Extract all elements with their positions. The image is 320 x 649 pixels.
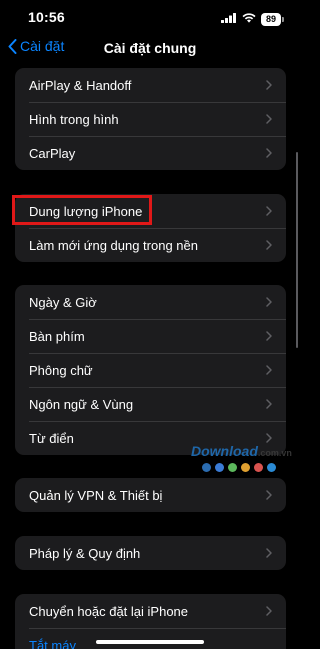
chevron-right-icon (266, 114, 272, 124)
settings-item-label: Ngày & Giờ (29, 294, 97, 310)
settings-item-label: Làm mới ứng dụng trong nền (29, 237, 198, 253)
settings-item-vpn-device-management[interactable]: Quản lý VPN & Thiết bị (15, 478, 286, 512)
navigation-bar: Cài đặt Cài đặt chung (0, 34, 300, 62)
scrollbar[interactable] (295, 152, 298, 348)
settings-item-label: Quản lý VPN & Thiết bị (29, 487, 163, 503)
settings-item-label: Hình trong hình (29, 111, 119, 127)
settings-group-locale: Ngày & Giờ Bàn phím Phông chữ Ngôn ngữ &… (15, 285, 286, 455)
settings-item-label: Bàn phím (29, 328, 85, 344)
shut-down-label: Tắt máy (29, 637, 76, 649)
settings-screen: 10:56 89 Cài đặt Cài đặt chung AirPlay &… (0, 0, 300, 649)
settings-item-picture-in-picture[interactable]: Hình trong hình (15, 102, 286, 136)
settings-group-legal: Pháp lý & Quy định (15, 536, 286, 570)
chevron-right-icon (266, 433, 272, 443)
chevron-right-icon (266, 490, 272, 500)
watermark-dot (267, 463, 276, 472)
battery-level: 89 (261, 12, 281, 26)
chevron-right-icon (266, 240, 272, 250)
settings-item-label: Từ điển (29, 430, 74, 446)
chevron-right-icon (266, 206, 272, 216)
settings-item-fonts[interactable]: Phông chữ (15, 353, 286, 387)
watermark-dot (254, 463, 263, 472)
watermark-logo: Download.com.vn (191, 443, 292, 459)
status-time: 10:56 (28, 9, 65, 25)
settings-item-label: Dung lượng iPhone (29, 203, 143, 219)
settings-group-connectivity: AirPlay & Handoff Hình trong hình CarPla… (15, 68, 286, 170)
settings-item-keyboard[interactable]: Bàn phím (15, 319, 286, 353)
chevron-right-icon (266, 365, 272, 375)
watermark-dot (228, 463, 237, 472)
settings-item-label: Chuyển hoặc đặt lại iPhone (29, 603, 189, 619)
chevron-right-icon (266, 297, 272, 307)
cellular-signal-icon (221, 10, 237, 28)
settings-group-vpn: Quản lý VPN & Thiết bị (15, 478, 286, 512)
page-title: Cài đặt chung (103, 40, 197, 56)
settings-item-airplay-handoff[interactable]: AirPlay & Handoff (15, 68, 286, 102)
settings-item-label: Phông chữ (29, 362, 93, 378)
wifi-icon (242, 10, 256, 28)
settings-item-label: Ngôn ngữ & Vùng (29, 396, 134, 412)
settings-item-language-region[interactable]: Ngôn ngữ & Vùng (15, 387, 286, 421)
settings-item-label: CarPlay (29, 145, 76, 161)
settings-group-storage: Dung lượng iPhone Làm mới ứng dụng trong… (15, 194, 286, 262)
settings-item-label: AirPlay & Handoff (29, 77, 132, 93)
chevron-right-icon (266, 148, 272, 158)
chevron-right-icon (266, 399, 272, 409)
settings-item-date-time[interactable]: Ngày & Giờ (15, 285, 286, 319)
settings-item-carplay[interactable]: CarPlay (15, 136, 286, 170)
chevron-right-icon (266, 606, 272, 616)
chevron-right-icon (266, 80, 272, 90)
watermark-dot (241, 463, 250, 472)
settings-item-label: Pháp lý & Quy định (29, 545, 141, 561)
chevron-right-icon (266, 548, 272, 558)
shut-down-button[interactable]: Tắt máy (15, 628, 286, 649)
status-bar: 10:56 89 (0, 0, 300, 34)
settings-item-background-app-refresh[interactable]: Làm mới ứng dụng trong nền (15, 228, 286, 262)
battery-icon: 89 (261, 12, 284, 26)
chevron-right-icon (266, 331, 272, 341)
settings-item-legal-regulatory[interactable]: Pháp lý & Quy định (15, 536, 286, 570)
watermark-dots (202, 463, 276, 472)
status-icons: 89 (221, 10, 284, 28)
watermark-dot (215, 463, 224, 472)
home-indicator[interactable] (96, 640, 204, 644)
settings-item-iphone-storage[interactable]: Dung lượng iPhone (15, 194, 286, 228)
settings-item-transfer-reset[interactable]: Chuyển hoặc đặt lại iPhone (15, 594, 286, 628)
watermark-dot (202, 463, 211, 472)
